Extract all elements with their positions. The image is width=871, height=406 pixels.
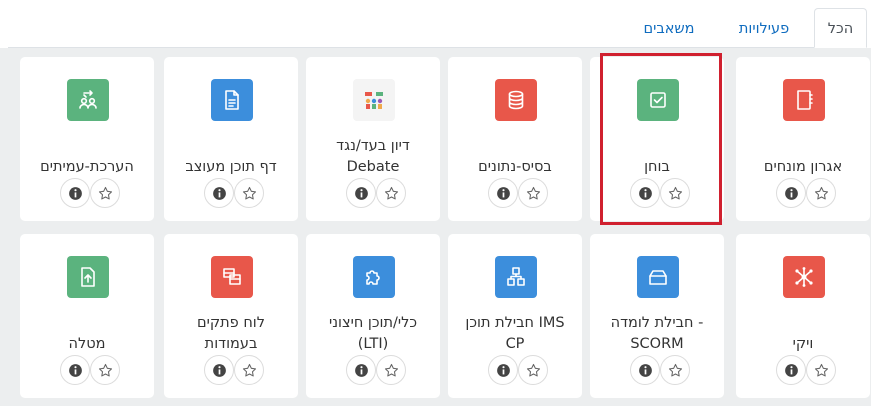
wiki-icon — [783, 256, 825, 298]
activity-chooser-grid: אגרון מונחים בוחן בסיס-נתונים דיון בעד/נגד D… — [0, 48, 871, 406]
activity-name: לוח פתקים — [196, 315, 265, 331]
tab-resources[interactable]: משאבים — [631, 10, 707, 48]
activity-name: בעמודות — [204, 336, 258, 352]
info-icon[interactable] — [204, 355, 234, 385]
workshop-icon — [67, 79, 109, 121]
lti-icon — [353, 256, 395, 298]
info-icon[interactable] — [630, 355, 660, 385]
activity-tile[interactable]: אגרון מונחים — [736, 57, 870, 221]
activity-tile[interactable]: בסיס-נתונים — [448, 57, 582, 221]
activity-name: כלי/תוכן חיצוני — [328, 315, 418, 331]
activity-name: חבילת לומדה - — [610, 315, 704, 331]
info-icon[interactable] — [204, 178, 234, 208]
activity-name: דיון בעד/נגד — [336, 138, 410, 154]
ims-package-icon — [495, 256, 537, 298]
database-icon — [495, 79, 537, 121]
assignment-icon — [67, 256, 109, 298]
activity-tile[interactable]: מטלה — [20, 234, 154, 398]
info-icon[interactable] — [60, 355, 90, 385]
tab-bar: משאבים פעילויות הכל — [0, 0, 871, 48]
activity-tile[interactable]: כלי/תוכן חיצוני (LTI) — [306, 234, 440, 398]
debate-icon — [353, 79, 395, 121]
activity-name: Debate — [346, 159, 400, 175]
star-icon[interactable] — [518, 355, 548, 385]
highlight-box — [600, 53, 722, 225]
tab-activities[interactable]: פעילויות — [732, 10, 796, 48]
star-icon[interactable] — [90, 355, 120, 385]
activity-name: הערכת-עמיתים — [40, 159, 134, 175]
activity-name: מטלה — [68, 336, 106, 352]
info-icon[interactable] — [776, 178, 806, 208]
info-icon[interactable] — [776, 355, 806, 385]
star-icon[interactable] — [90, 178, 120, 208]
info-icon[interactable] — [346, 355, 376, 385]
activity-tile[interactable]: דיון בעד/נגד Debate — [306, 57, 440, 221]
star-icon[interactable] — [376, 355, 406, 385]
activity-name: ויקי — [792, 336, 814, 352]
star-icon[interactable] — [234, 355, 264, 385]
activity-tile[interactable]: הערכת-עמיתים — [20, 57, 154, 221]
activity-tile[interactable]: ויקי — [736, 234, 870, 398]
glossary-icon — [783, 79, 825, 121]
activity-name: חבילת תוכן IMS — [465, 315, 565, 331]
activity-name: אגרון מונחים — [763, 159, 843, 175]
info-icon[interactable] — [488, 178, 518, 208]
activity-name: CP — [505, 336, 525, 352]
activity-name: SCORM — [630, 336, 684, 352]
star-icon[interactable] — [806, 355, 836, 385]
activity-name: (LTI) — [357, 336, 389, 352]
activity-tile[interactable]: לוח פתקים בעמודות — [164, 234, 298, 398]
info-icon[interactable] — [60, 178, 90, 208]
info-icon[interactable] — [346, 178, 376, 208]
tab-all[interactable]: הכל — [814, 8, 867, 48]
star-icon[interactable] — [376, 178, 406, 208]
star-icon[interactable] — [234, 178, 264, 208]
activity-tile[interactable]: דף תוכן מעוצב — [164, 57, 298, 221]
activity-name: דף תוכן מעוצב — [185, 159, 277, 175]
scorm-icon — [637, 256, 679, 298]
star-icon[interactable] — [518, 178, 548, 208]
activity-tile[interactable]: חבילת תוכן IMS CP — [448, 234, 582, 398]
board-icon — [211, 256, 253, 298]
star-icon[interactable] — [806, 178, 836, 208]
activity-name: בסיס-נתונים — [478, 159, 552, 175]
info-icon[interactable] — [488, 355, 518, 385]
star-icon[interactable] — [660, 355, 690, 385]
page-icon — [211, 79, 253, 121]
activity-tile[interactable]: חבילת לומדה - SCORM — [590, 234, 724, 398]
